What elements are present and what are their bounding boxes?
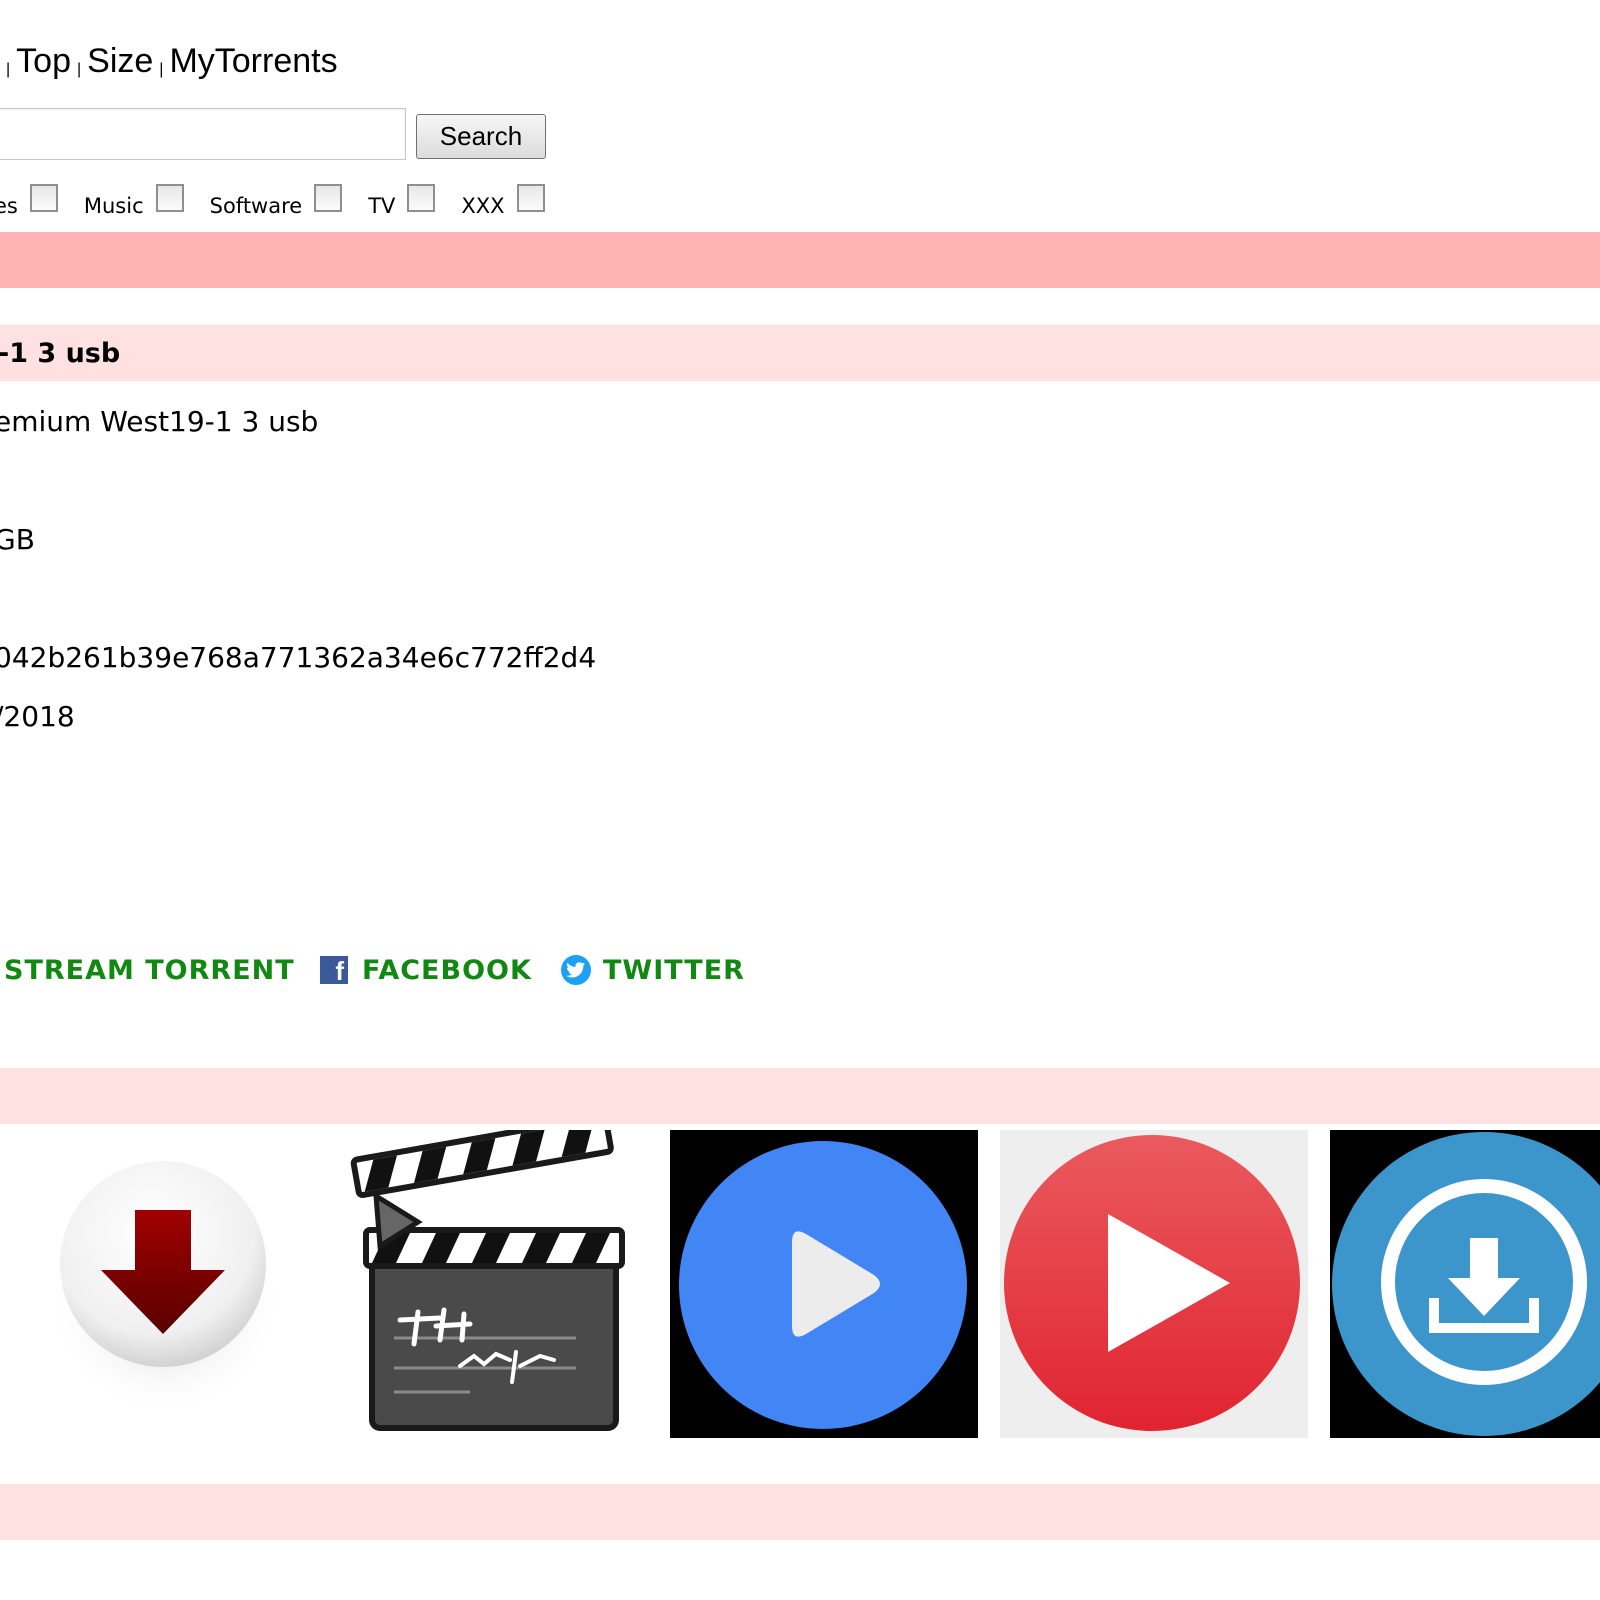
nav-item-mytorrents[interactable]: MyTorrents	[169, 42, 337, 81]
torrent-name: emium West19-1 3 usb	[0, 405, 319, 438]
software-checkbox[interactable]	[314, 184, 343, 212]
circle-download-icon[interactable]	[1330, 1130, 1600, 1438]
category-label: Music	[83, 194, 144, 218]
tv-checkbox[interactable]	[407, 184, 436, 212]
category-software: Software	[209, 184, 343, 218]
red-play-icon[interactable]	[1000, 1130, 1308, 1438]
top-nav: t | Top | Size | MyTorrents	[0, 42, 338, 86]
stream-torrent-label: STREAM TORRENT	[4, 954, 295, 986]
clapperboard-icon[interactable]	[340, 1130, 648, 1438]
category-label: Software	[209, 194, 303, 218]
search-input[interactable]	[0, 108, 406, 160]
nav-separator: |	[159, 61, 164, 78]
category-label: es	[0, 194, 18, 218]
facebook-icon: f	[320, 956, 348, 984]
twitter-link[interactable]: TWITTER	[561, 950, 745, 990]
torrent-title: -1 3 usb	[0, 325, 1600, 381]
footer-band	[0, 1484, 1600, 1540]
torrent-date: /2018	[0, 700, 75, 733]
twitter-icon	[561, 955, 591, 985]
blue-play-icon[interactable]	[670, 1130, 978, 1438]
category-checkbox[interactable]	[29, 184, 58, 212]
header-band	[0, 232, 1600, 288]
facebook-link[interactable]: f FACEBOOK	[320, 950, 532, 990]
stream-torrent-link[interactable]: STREAM TORRENT	[4, 950, 295, 990]
category-filters: es Music Software TV XXX	[0, 178, 571, 218]
separator-band	[0, 1068, 1600, 1124]
facebook-label: FACEBOOK	[362, 954, 532, 986]
category-label: TV	[368, 194, 396, 218]
category-partial: es	[0, 184, 58, 218]
torrent-title-text: -1 3 usb	[0, 337, 121, 369]
download-arrow-icon[interactable]	[10, 1130, 318, 1438]
search-button[interactable]: Search	[416, 114, 546, 159]
category-music: Music	[83, 184, 184, 218]
nav-item-size[interactable]: Size	[87, 42, 153, 81]
category-label: XXX	[461, 194, 505, 218]
torrent-hash: 042b261b39e768a771362a34e6c772ff2d4	[0, 641, 597, 674]
nav-item-top[interactable]: Top	[16, 42, 71, 81]
nav-separator: |	[76, 61, 82, 78]
category-xxx: XXX	[461, 184, 545, 218]
xxx-checkbox[interactable]	[516, 184, 545, 212]
twitter-label: TWITTER	[603, 954, 745, 986]
category-tv: TV	[368, 184, 436, 218]
music-checkbox[interactable]	[155, 184, 184, 212]
nav-separator: |	[6, 61, 11, 78]
torrent-size: GB	[0, 523, 35, 556]
